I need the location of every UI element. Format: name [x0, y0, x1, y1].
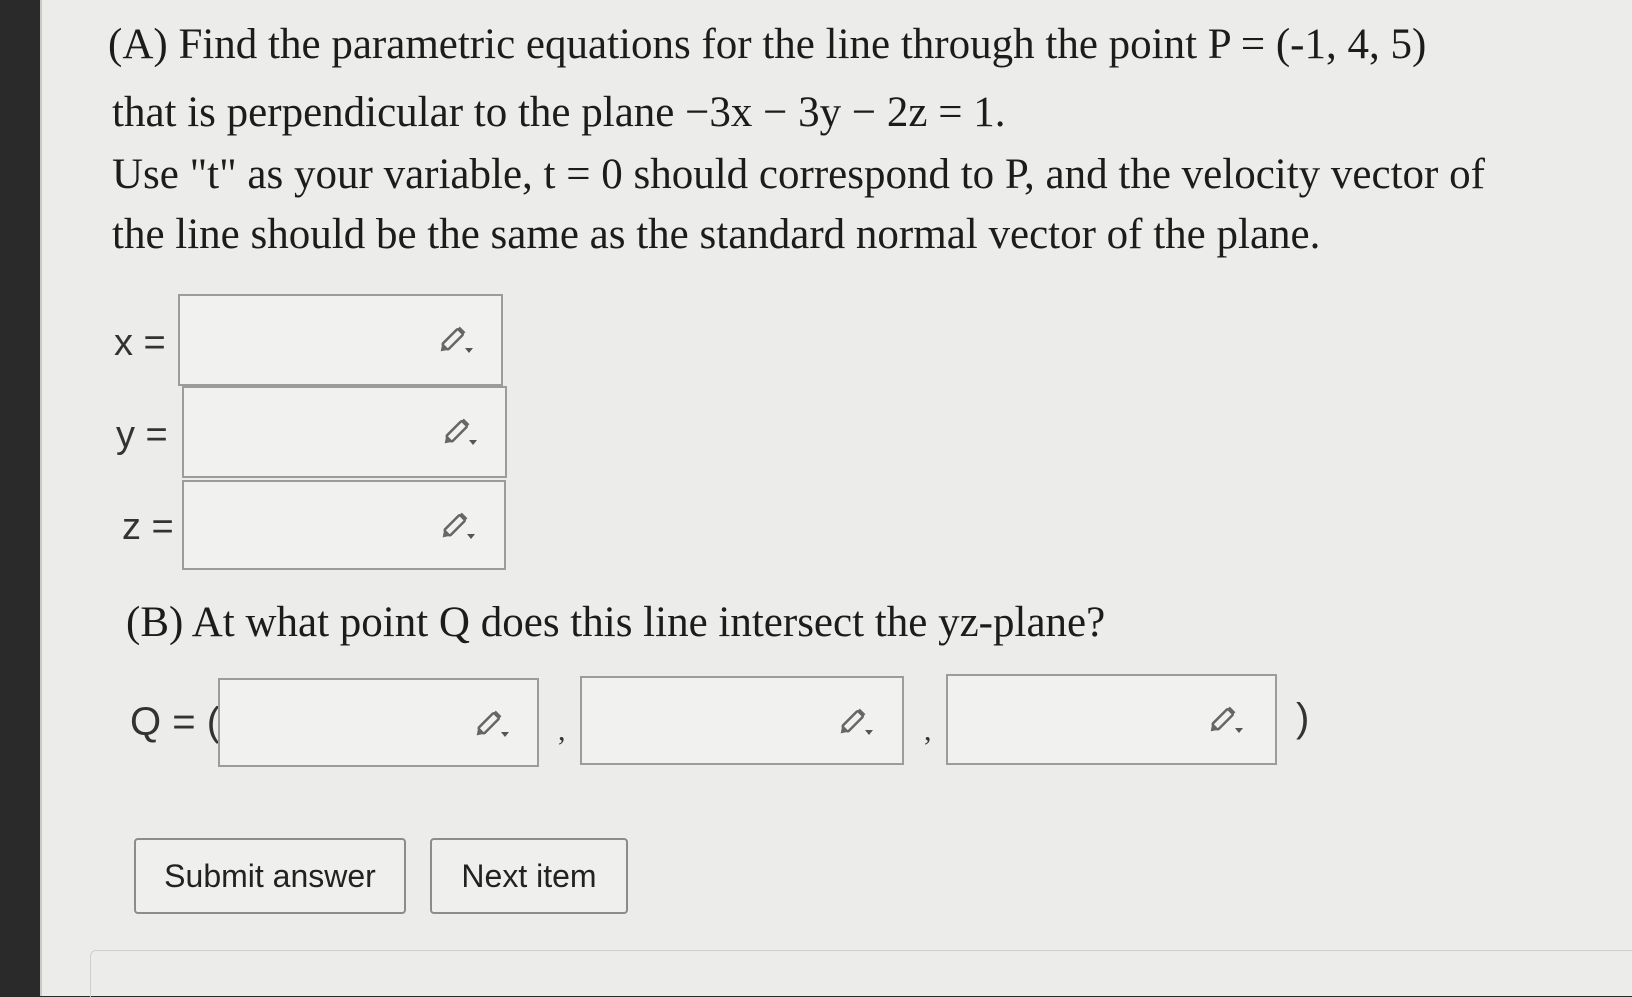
x-label: x = — [114, 322, 166, 364]
pencil-dropdown-icon[interactable] — [438, 324, 478, 358]
submit-answer-button[interactable]: Submit answer — [134, 838, 406, 914]
part-a-line-4: the line should be the same as the stand… — [112, 211, 1321, 258]
q-separator-1: , — [558, 714, 566, 747]
page-edge — [90, 950, 1632, 997]
y-label: y = — [116, 414, 168, 456]
pencil-dropdown-icon[interactable] — [440, 510, 480, 544]
q-x-input[interactable] — [218, 678, 539, 767]
y-input[interactable] — [182, 386, 507, 478]
z-label: z = — [122, 506, 174, 548]
q-label: Q = ( — [130, 700, 221, 744]
q-z-input[interactable] — [946, 674, 1277, 765]
pencil-dropdown-icon[interactable] — [474, 708, 514, 742]
pencil-dropdown-icon[interactable] — [442, 416, 482, 450]
q-y-input[interactable] — [580, 676, 904, 765]
z-input[interactable] — [182, 480, 506, 570]
part-a-line-3: Use "t" as your variable, t = 0 should c… — [112, 151, 1485, 198]
x-input[interactable] — [178, 294, 503, 386]
part-a-line-1: (A) Find the parametric equations for th… — [108, 21, 1427, 68]
pencil-dropdown-icon[interactable] — [838, 706, 878, 740]
part-b-question: (B) At what point Q does this line inter… — [126, 599, 1106, 646]
part-a-line-2: that is perpendicular to the plane −3x −… — [112, 89, 1006, 136]
next-item-button[interactable]: Next item — [430, 838, 628, 914]
pencil-dropdown-icon[interactable] — [1208, 704, 1248, 738]
q-close-paren: ) — [1296, 696, 1310, 740]
q-separator-2: , — [924, 714, 932, 747]
